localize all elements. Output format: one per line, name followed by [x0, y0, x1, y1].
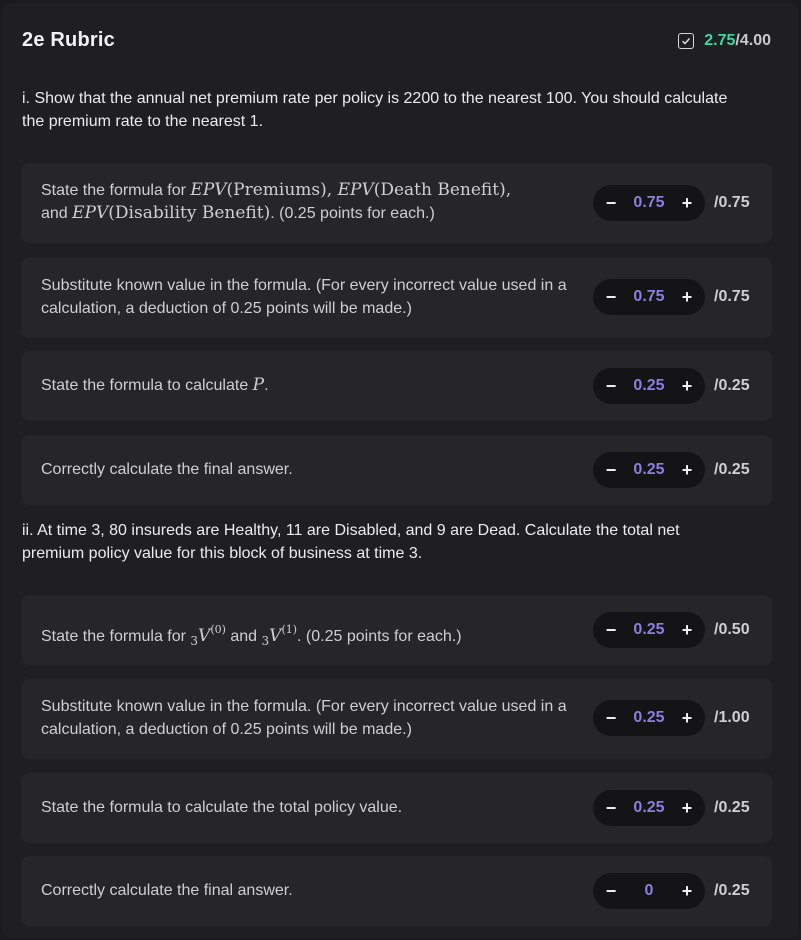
item-text-suffix: . (0.25 points for each.) [270, 205, 435, 222]
max-points: /0.50 [714, 621, 750, 638]
item-text-mid: and [41, 205, 73, 222]
increment-button[interactable]: + [679, 376, 695, 397]
math-var: V [269, 626, 282, 646]
question-i: i. Show that the annual net premium rate… [22, 90, 728, 130]
increment-button[interactable]: + [679, 620, 695, 641]
math-sup: (0) [210, 623, 226, 636]
stepper-value: 0 [644, 882, 654, 899]
math-arg: (Premiums), [226, 180, 338, 200]
rubric-item: State the formula for 3V(0) and 3V(1). (… [21, 595, 772, 665]
score-stepper: − 0.25 + [593, 790, 705, 826]
rubric-item-text: State the formula to calculate the total… [41, 799, 403, 816]
max-points: /0.25 [714, 882, 750, 899]
max-points: /0.25 [714, 461, 750, 478]
rubric-item: Correctly calculate the final answer. − … [21, 435, 772, 505]
item-text-prefix: State the formula to calculate [41, 377, 253, 394]
checkbox-checked-icon [678, 33, 695, 49]
rubric-item: Substitute known value in the formula. (… [21, 258, 772, 338]
score-stepper: − 0.25 + [593, 452, 705, 488]
score-total: 4.00 [739, 32, 771, 49]
math-policy-value: 3V(0) [190, 623, 226, 648]
rubric-panel: 2e Rubric 2.75/4.00 i. Show that the ann… [2, 3, 799, 938]
rubric-item-text: Substitute known value in the formula. (… [41, 277, 567, 317]
math-arg: (Death Benefit), [373, 180, 512, 200]
max-points: /0.75 [714, 194, 750, 211]
math-var: P [252, 375, 265, 395]
max-points: /1.00 [714, 709, 750, 726]
stepper-value: 0.75 [633, 288, 665, 305]
question-ii: ii. At time 3, 80 insureds are Healthy, … [22, 522, 680, 562]
score-stepper: − 0 + [593, 873, 705, 909]
item-text-suffix: . (0.25 points for each.) [297, 628, 462, 645]
stepper-value: 0.25 [633, 621, 665, 638]
rubric-item-text: Correctly calculate the final answer. [41, 882, 293, 899]
score-stepper: − 0.25 + [593, 612, 705, 648]
increment-button[interactable]: + [679, 708, 695, 729]
rubric-header: 2e Rubric 2.75/4.00 [22, 29, 771, 59]
rubric-item-text: State the formula to calculate P. [41, 374, 571, 397]
decrement-button[interactable]: − [603, 798, 619, 819]
decrement-button[interactable]: − [603, 460, 619, 481]
decrement-button[interactable]: − [603, 620, 619, 641]
total-score: 2.75/4.00 [678, 32, 771, 50]
decrement-button[interactable]: − [603, 376, 619, 397]
increment-button[interactable]: + [679, 287, 695, 308]
rubric-item: State the formula to calculate P. − 0.25… [21, 351, 772, 421]
math-sub: 3 [190, 634, 199, 648]
stepper-value: 0.25 [633, 377, 665, 394]
decrement-button[interactable]: − [603, 708, 619, 729]
rubric-item: State the formula to calculate the total… [21, 773, 772, 843]
score-stepper: − 0.75 + [593, 279, 705, 315]
item-text-suffix: . [264, 377, 269, 394]
math-epv: EPV(Disability Benefit) [72, 203, 270, 223]
stepper-value: 0.25 [633, 461, 665, 478]
rubric-item-text: Substitute known value in the formula. (… [41, 698, 567, 738]
math-arg: (Disability Benefit) [108, 203, 271, 223]
item-text-mid: and [225, 628, 262, 645]
stepper-value: 0.25 [633, 709, 665, 726]
max-points: /0.25 [714, 377, 750, 394]
decrement-button[interactable]: − [603, 881, 619, 902]
increment-button[interactable]: + [679, 193, 695, 214]
rubric-title: 2e Rubric [22, 29, 115, 51]
rubric-item-text: State the formula for 3V(0) and 3V(1). (… [41, 618, 571, 653]
stepper-value: 0.25 [633, 799, 665, 816]
increment-button[interactable]: + [679, 798, 695, 819]
score-stepper: − 0.25 + [593, 368, 705, 404]
rubric-item-text: Correctly calculate the final answer. [41, 461, 293, 478]
score-stepper: − 0.75 + [593, 185, 705, 221]
rubric-item: State the formula for EPV(Premiums), EPV… [21, 163, 772, 243]
decrement-button[interactable]: − [603, 193, 619, 214]
rubric-item: Substitute known value in the formula. (… [21, 679, 772, 759]
stepper-value: 0.75 [633, 194, 665, 211]
item-text-prefix: State the formula for [41, 628, 191, 645]
math-sup: (1) [281, 623, 298, 636]
math-epv: EPV(Premiums), EPV(Death Benefit), [190, 180, 511, 200]
rubric-item-text: State the formula for EPV(Premiums), EPV… [41, 179, 571, 225]
score-stepper: − 0.25 + [593, 700, 705, 736]
math-var: EPV [337, 180, 374, 200]
decrement-button[interactable]: − [603, 287, 619, 308]
math-policy-value: 3V(1) [261, 623, 298, 648]
increment-button[interactable]: + [679, 881, 695, 902]
math-sub: 3 [261, 634, 270, 648]
score-earned: 2.75 [704, 32, 736, 49]
max-points: /0.25 [714, 799, 750, 816]
max-points: /0.75 [714, 288, 750, 305]
item-text-prefix: State the formula for [41, 182, 191, 199]
math-var: EPV [72, 203, 109, 223]
increment-button[interactable]: + [679, 460, 695, 481]
rubric-item: Correctly calculate the final answer. − … [21, 856, 772, 926]
math-var: EPV [190, 180, 227, 200]
math-var: V [198, 626, 211, 646]
